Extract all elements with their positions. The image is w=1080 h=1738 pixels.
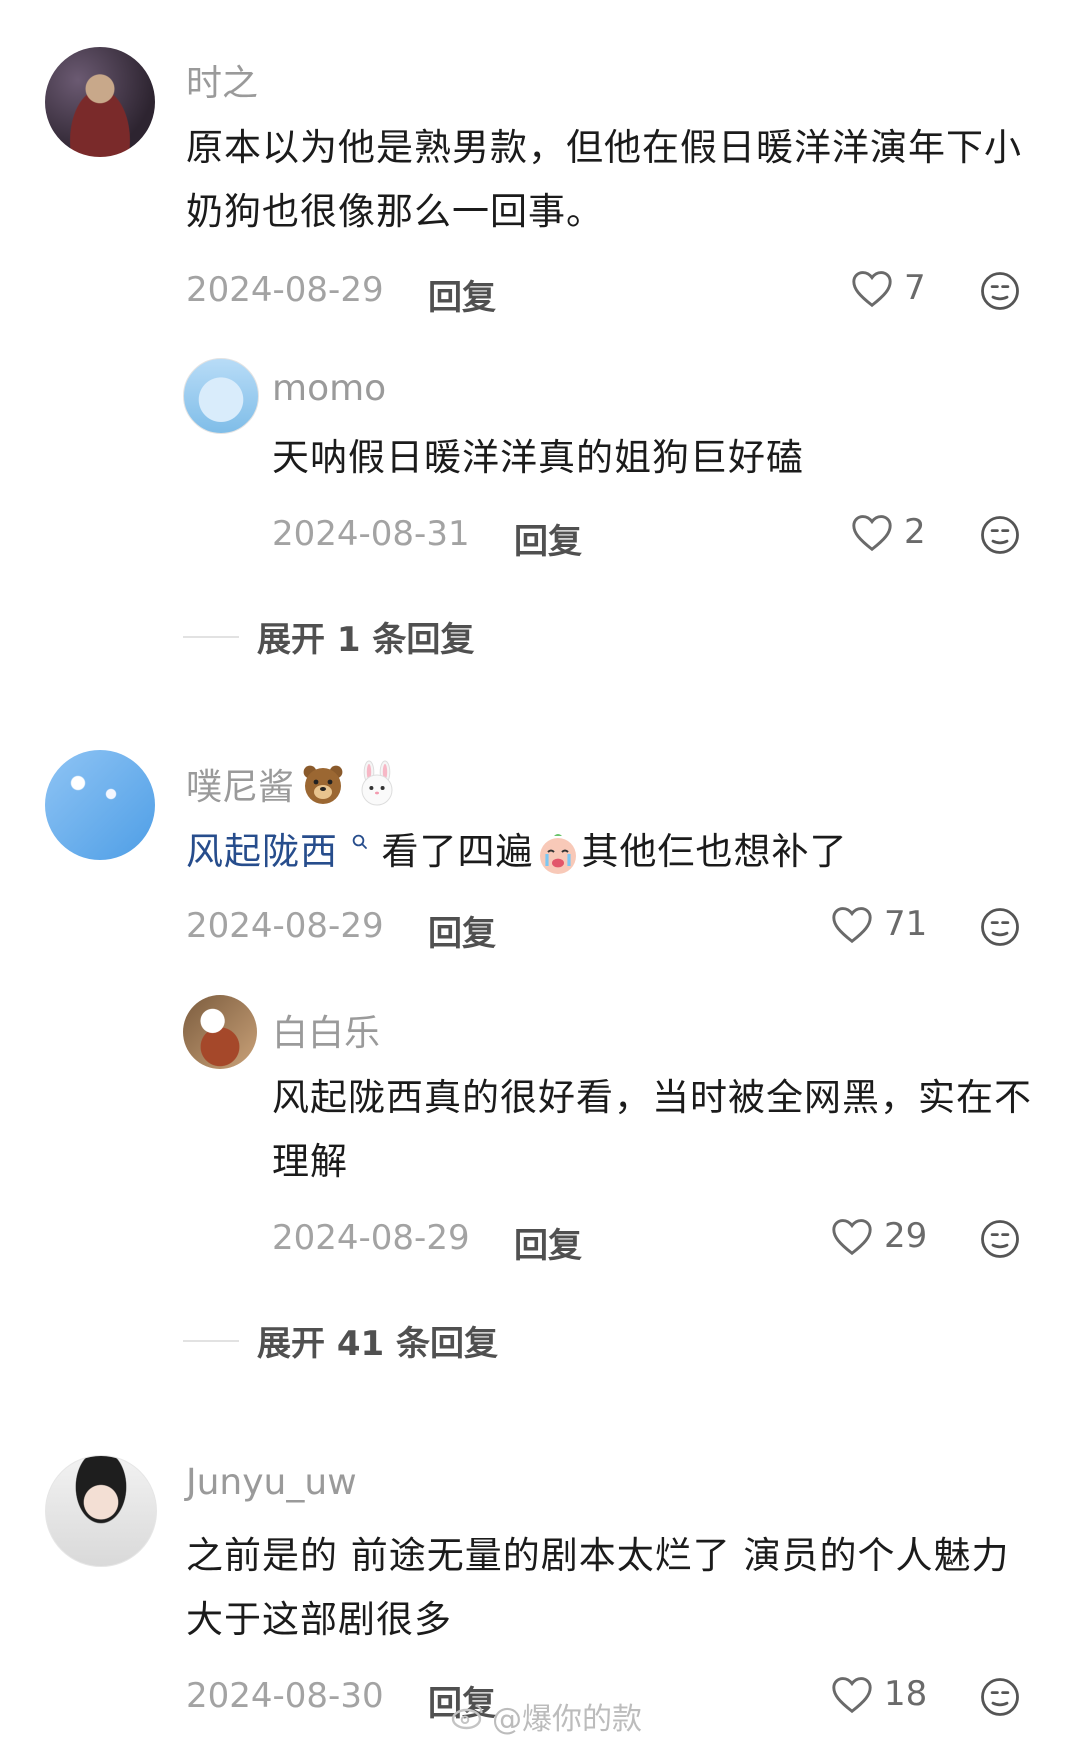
- heart-icon: [832, 1677, 872, 1714]
- reaction-face-icon[interactable]: [979, 270, 1021, 312]
- avatar[interactable]: [45, 750, 155, 860]
- username[interactable]: 时之: [186, 54, 258, 106]
- comment-text-part: 其他仨也想补了: [581, 830, 848, 873]
- heart-icon: [852, 515, 892, 552]
- comment-text: 风起陇西 看了四遍 其他仨也想补了: [186, 820, 1046, 884]
- like-count: 7: [904, 268, 926, 308]
- comment-date: 2024-08-31: [272, 514, 470, 554]
- reaction-face-icon[interactable]: [979, 1676, 1021, 1718]
- like-button[interactable]: 29: [830, 1216, 927, 1256]
- avatar[interactable]: [183, 995, 257, 1069]
- rabbit-face-emoji: [361, 760, 393, 806]
- reaction-face-icon[interactable]: [979, 906, 1021, 948]
- username[interactable]: 白白乐: [272, 1004, 380, 1056]
- comment-date: 2024-08-29: [186, 906, 384, 946]
- reply-button[interactable]: 回复: [514, 1218, 582, 1267]
- weibo-logo-icon: [451, 1704, 483, 1730]
- comment-date: 2024-08-30: [186, 1676, 384, 1716]
- comment-text-part: 看了四遍: [381, 830, 534, 873]
- watermark-text: @爆你的款: [492, 1702, 642, 1737]
- comment-date: 2024-08-29: [272, 1218, 470, 1258]
- topic-link[interactable]: 风起陇西: [186, 830, 338, 873]
- expand-replies-button[interactable]: 展开 1 条回复: [183, 612, 474, 661]
- like-count: 71: [884, 904, 928, 944]
- avatar[interactable]: [183, 358, 259, 434]
- avatar[interactable]: [45, 47, 155, 157]
- bear-face-emoji: [303, 765, 343, 804]
- comment-date: 2024-08-29: [186, 270, 384, 310]
- expand-replies-label: 展开 41 条回复: [257, 1324, 498, 1364]
- search-icon[interactable]: [351, 833, 369, 851]
- reply-button[interactable]: 回复: [428, 906, 496, 955]
- comment-text: 风起陇西真的很好看，当时被全网黑，实在不理解: [272, 1076, 1032, 1183]
- divider-line: [183, 635, 239, 638]
- comment-text: 天呐假日暖洋洋真的姐狗巨好磕: [272, 436, 804, 479]
- expand-replies-label: 展开 1 条回复: [257, 620, 475, 660]
- crying-face-emoji: [539, 833, 576, 874]
- reaction-face-icon[interactable]: [979, 1218, 1021, 1260]
- like-button[interactable]: 2: [850, 512, 926, 552]
- heart-icon: [832, 907, 872, 944]
- username[interactable]: Junyu_uw: [186, 1462, 357, 1503]
- like-button[interactable]: 7: [850, 268, 926, 308]
- expand-replies-button[interactable]: 展开 41 条回复: [183, 1316, 498, 1365]
- comment-text: 之前是的 前途无量的剧本太烂了 演员的个人魅力大于这部剧很多: [186, 1534, 1010, 1641]
- username-text: 噗尼酱: [186, 767, 295, 808]
- username[interactable]: 噗尼酱: [186, 758, 402, 810]
- avatar[interactable]: [45, 1455, 157, 1567]
- like-count: 29: [884, 1216, 928, 1256]
- like-count: 18: [884, 1674, 928, 1714]
- heart-icon: [832, 1219, 872, 1256]
- heart-icon: [852, 271, 892, 308]
- like-count: 2: [904, 512, 926, 552]
- like-button[interactable]: 18: [830, 1674, 927, 1714]
- comment-text: 原本以为他是熟男款，但他在假日暖洋洋演年下小奶狗也很像那么一回事。: [186, 126, 1022, 233]
- divider-line: [183, 1339, 239, 1342]
- like-button[interactable]: 71: [830, 904, 927, 944]
- username[interactable]: momo: [272, 368, 386, 409]
- reply-button[interactable]: 回复: [514, 514, 582, 563]
- watermark: @爆你的款: [450, 1694, 642, 1738]
- reaction-face-icon[interactable]: [979, 514, 1021, 556]
- reply-button[interactable]: 回复: [428, 270, 496, 319]
